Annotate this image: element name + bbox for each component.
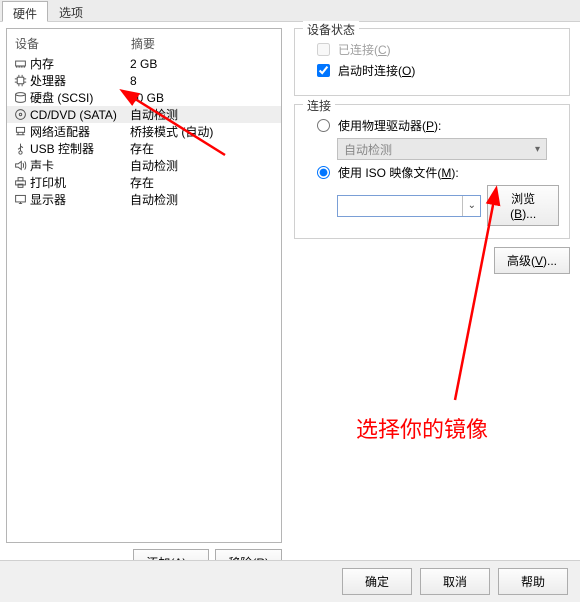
chevron-down-icon: ▾ [535, 144, 540, 155]
group-title-status: 设备状态 [303, 21, 359, 38]
label-connect-on-power: 启动时连接(O) [338, 62, 415, 79]
device-row-sound[interactable]: 声卡 自动检测 [7, 157, 281, 174]
device-name: 打印机 [30, 174, 130, 191]
dropdown-physical-drive[interactable]: 自动检测 ▾ [337, 138, 547, 160]
tab-bar: 硬件 选项 [0, 0, 580, 22]
checkbox-connected [317, 43, 330, 56]
device-summary: 自动检测 [130, 191, 275, 208]
tab-hardware[interactable]: 硬件 [2, 1, 48, 22]
dialog-button-bar: 确定 取消 帮助 [0, 560, 580, 602]
device-summary: 8 [130, 74, 275, 88]
ok-button[interactable]: 确定 [342, 568, 412, 595]
device-row-usb[interactable]: USB 控制器 存在 [7, 140, 281, 157]
device-summary: 桥接模式 (自动) [130, 123, 275, 140]
network-icon [13, 124, 28, 139]
device-name: CD/DVD (SATA) [30, 108, 130, 122]
radio-use-physical[interactable] [317, 119, 330, 132]
label-connected: 已连接(C) [338, 41, 391, 58]
disk-icon [13, 90, 28, 105]
display-icon [13, 192, 28, 207]
printer-icon [13, 175, 28, 190]
group-device-status: 设备状态 已连接(C) 启动时连接(O) [294, 28, 570, 96]
device-row-printer[interactable]: 打印机 存在 [7, 174, 281, 191]
device-summary: 2 GB [130, 57, 275, 71]
device-row-cpu[interactable]: 处理器 8 [7, 72, 281, 89]
device-summary: 60 GB [130, 91, 275, 105]
combo-iso-path[interactable]: ⌄ [337, 195, 481, 217]
cancel-button[interactable]: 取消 [420, 568, 490, 595]
label-use-iso: 使用 ISO 映像文件(M): [338, 164, 459, 181]
tab-options[interactable]: 选项 [48, 0, 94, 21]
group-connection: 连接 使用物理驱动器(P): 自动检测 ▾ 使用 ISO 映像文件(M): ⌄ … [294, 104, 570, 239]
device-row-cddvd[interactable]: CD/DVD (SATA) 自动检测 [7, 106, 281, 123]
sound-icon [13, 158, 28, 173]
device-list: 设备 摘要 内存 2 GB 处理器 8 硬盘 (SCSI) 60 GB CD/D… [6, 28, 282, 543]
label-use-physical: 使用物理驱动器(P): [338, 117, 441, 134]
group-title-connection: 连接 [303, 97, 335, 114]
device-summary: 自动检测 [130, 157, 275, 174]
device-name: USB 控制器 [30, 140, 130, 157]
device-name: 处理器 [30, 72, 130, 89]
device-row-network[interactable]: 网络适配器 桥接模式 (自动) [7, 123, 281, 140]
usb-icon [13, 141, 28, 156]
device-row-display[interactable]: 显示器 自动检测 [7, 191, 281, 208]
annotation-text: 选择你的镜像 [356, 412, 488, 444]
advanced-button[interactable]: 高级(V)... [494, 247, 570, 274]
checkbox-connect-on-power[interactable] [317, 64, 330, 77]
device-name: 硬盘 (SCSI) [30, 89, 130, 106]
browse-button[interactable]: 浏览(B)... [487, 185, 559, 226]
device-row-disk[interactable]: 硬盘 (SCSI) 60 GB [7, 89, 281, 106]
dropdown-value: 自动检测 [344, 141, 392, 158]
device-summary: 自动检测 [130, 106, 275, 123]
device-summary: 存在 [130, 174, 275, 191]
disc-icon [13, 107, 28, 122]
device-name: 内存 [30, 55, 130, 72]
device-name: 网络适配器 [30, 123, 130, 140]
device-name: 声卡 [30, 157, 130, 174]
radio-use-iso[interactable] [317, 166, 330, 179]
col-header-device: 设备 [15, 35, 131, 52]
device-row-memory[interactable]: 内存 2 GB [7, 55, 281, 72]
device-name: 显示器 [30, 191, 130, 208]
device-summary: 存在 [130, 140, 275, 157]
chevron-down-icon: ⌄ [462, 196, 480, 216]
memory-icon [13, 56, 28, 71]
help-button[interactable]: 帮助 [498, 568, 568, 595]
cpu-icon [13, 73, 28, 88]
col-header-summary: 摘要 [131, 35, 273, 52]
